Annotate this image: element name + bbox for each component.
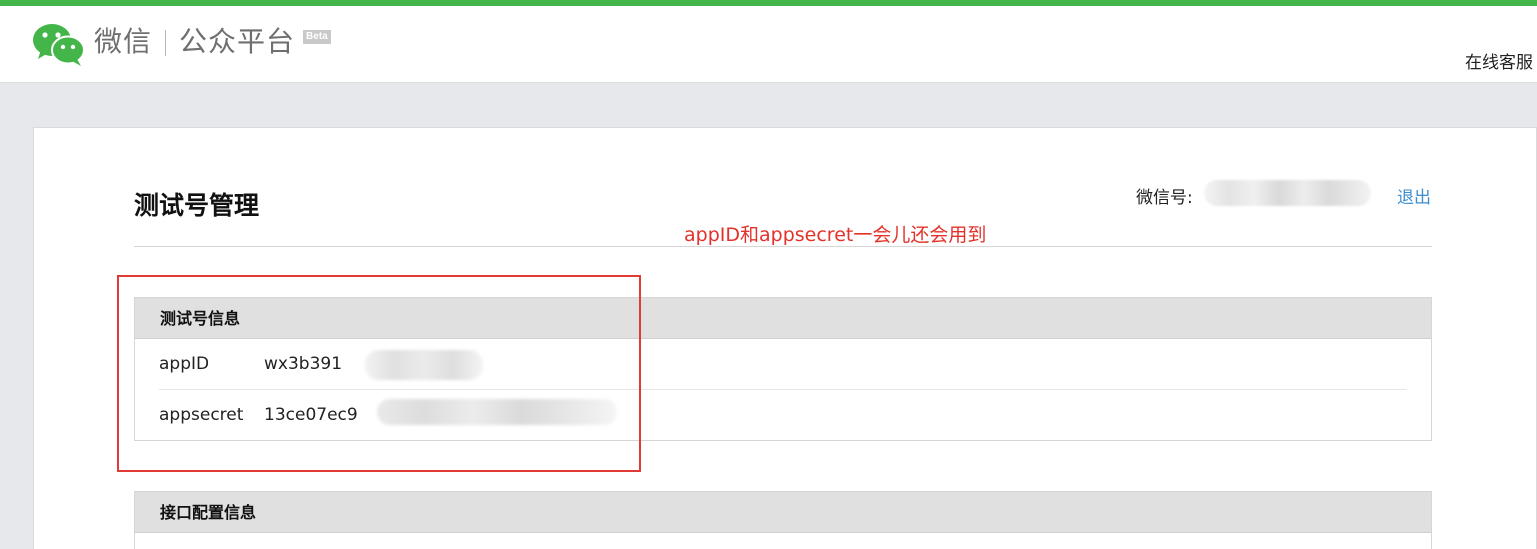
annotation-note: appID和appsecret一会儿还会用到	[684, 224, 987, 246]
logo-separator	[165, 30, 167, 56]
page-title: 测试号管理	[134, 191, 260, 220]
logo-text-wechat: 微信	[94, 25, 153, 58]
logo-text-platform: 公众平台	[179, 25, 296, 58]
panel-heading: 接口配置信息	[135, 492, 1431, 533]
beta-badge: Beta	[303, 30, 331, 44]
logout-link[interactable]: 退出	[1397, 183, 1431, 208]
account-value-blurred	[1204, 180, 1371, 206]
annotation-highlight-box	[117, 275, 641, 472]
header: 微信 公众平台 Beta 在线客服	[0, 6, 1537, 83]
interface-config-panel: 接口配置信息	[134, 491, 1432, 549]
wechat-logo[interactable]: 微信 公众平台 Beta	[32, 22, 331, 66]
account-label: 微信号:	[1136, 188, 1193, 208]
wechat-logo-icon	[33, 24, 85, 66]
online-service-link[interactable]: 在线客服	[1465, 48, 1533, 73]
